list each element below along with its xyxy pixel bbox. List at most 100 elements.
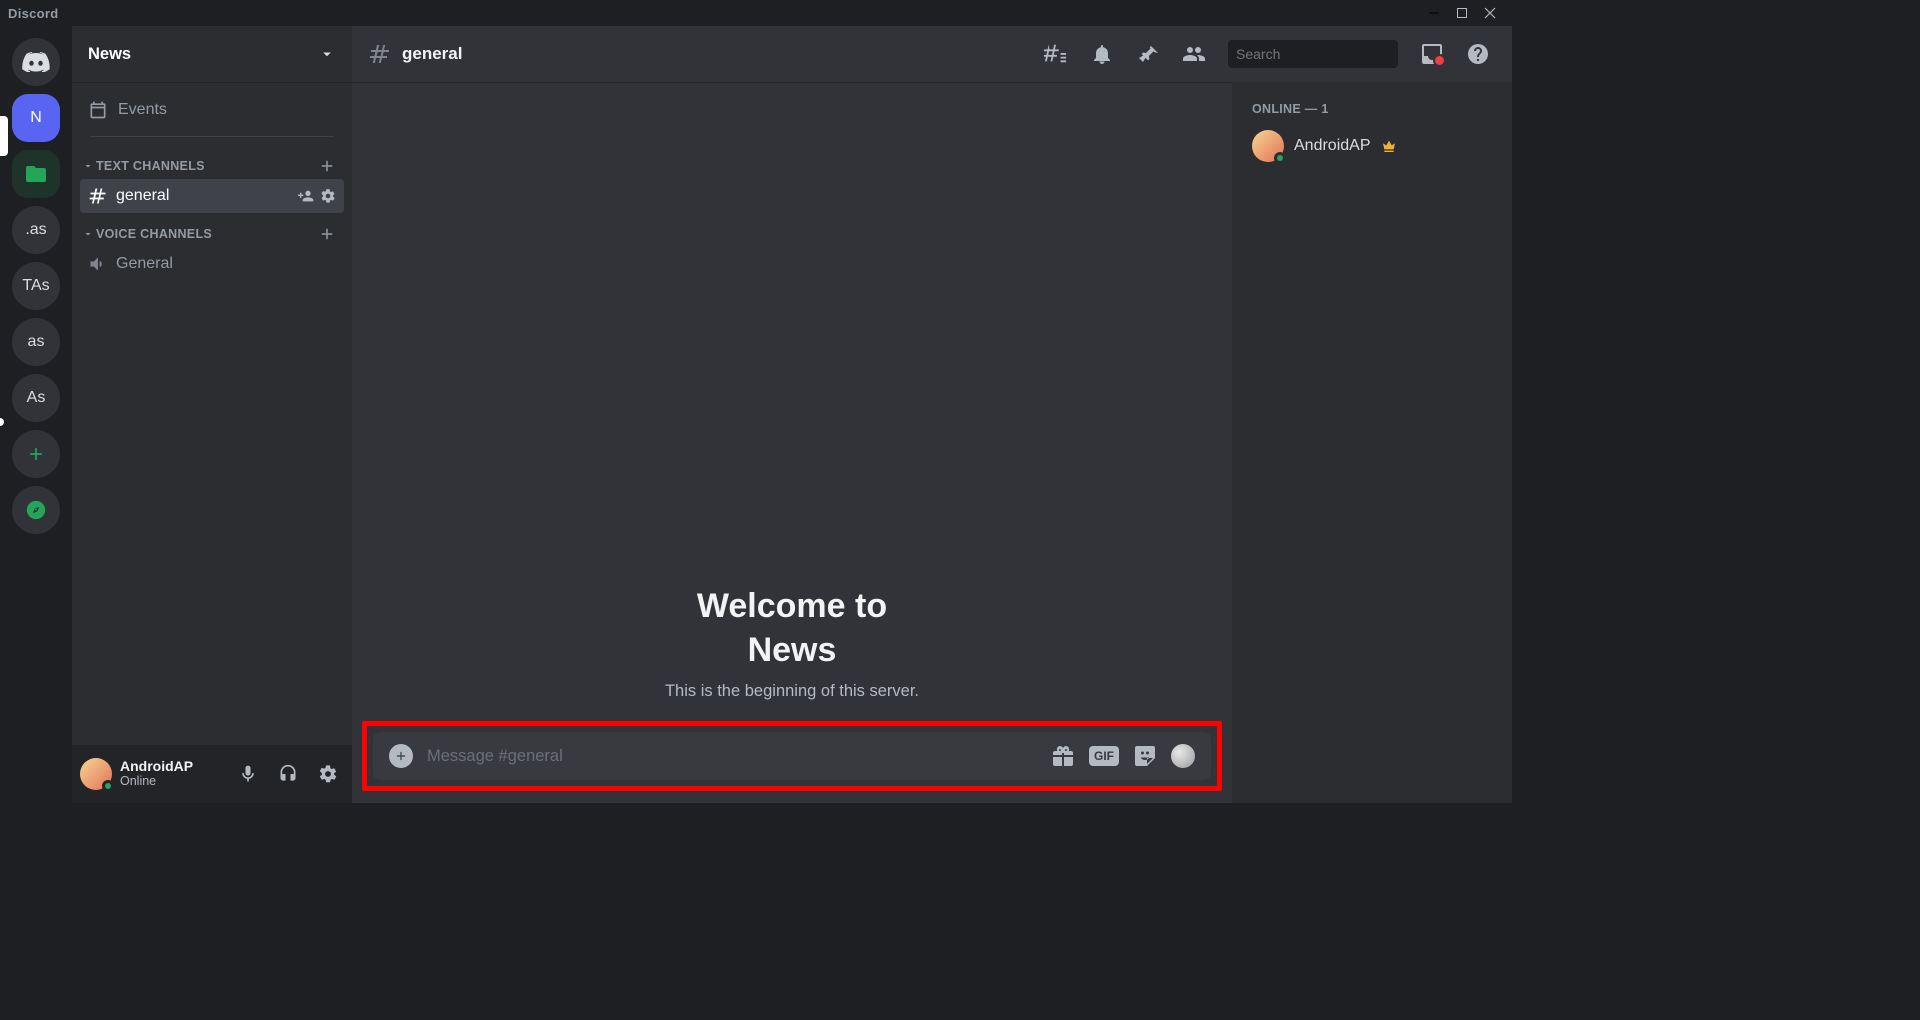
server-list: N .as TAs as As [0,26,72,803]
highlight-annotation: GIF [362,721,1222,791]
channel-title: general [402,44,462,64]
explore-servers-button[interactable] [12,486,60,534]
voice-channel-general[interactable]: General [80,247,344,281]
channel-general[interactable]: general [80,179,344,213]
server-name: News [88,45,131,64]
notifications-button[interactable] [1090,42,1114,66]
home-button[interactable] [12,38,60,86]
window-maximize-button[interactable] [1448,2,1476,24]
divider [90,136,334,137]
search-box[interactable] [1228,40,1398,68]
help-icon [1466,42,1490,66]
create-channel-button[interactable] [318,157,336,175]
inbox-icon [1420,42,1444,66]
user-settings-button[interactable] [312,758,344,790]
status-online-dot [102,780,114,792]
message-composer[interactable]: GIF [373,732,1211,780]
server-header[interactable]: News [72,26,352,82]
user-info[interactable]: AndroidAP Online [120,759,224,788]
events-label: Events [118,101,167,119]
events-button[interactable]: Events [80,90,344,130]
add-server-button[interactable] [12,430,60,478]
server-item[interactable]: TAs [12,262,60,310]
bell-icon [1090,42,1114,66]
sticker-icon [1133,744,1157,768]
message-input[interactable] [427,747,1037,766]
deafen-button[interactable] [272,758,304,790]
server-news[interactable]: N [12,94,60,142]
app-logo-text: Discord [8,6,59,21]
user-avatar[interactable] [80,758,112,790]
message-area: Welcome to News This is the beginning of… [352,82,1232,803]
create-invite-icon[interactable] [298,188,314,204]
attach-button[interactable] [389,744,413,768]
mute-button[interactable] [232,758,264,790]
calendar-icon [88,100,108,120]
gif-button[interactable]: GIF [1089,746,1119,766]
microphone-icon [238,764,258,784]
server-initial: as [28,333,45,351]
chevron-down-icon [82,160,94,172]
members-icon [1182,42,1206,66]
server-owner-crown-icon [1381,138,1397,154]
server-folder[interactable] [12,150,60,198]
gift-icon [1051,744,1075,768]
server-hover-pill [0,418,4,426]
server-item[interactable]: As [12,374,60,422]
server-initial: TAs [22,277,49,295]
member-row[interactable]: AndroidAP [1244,124,1500,168]
selected-server-pill [0,116,8,156]
create-channel-button[interactable] [318,225,336,243]
threads-icon [1044,42,1068,66]
category-text-channels[interactable]: TEXT CHANNELS [80,145,344,179]
member-list: ONLINE — 1 AndroidAP [1232,82,1512,803]
pinned-messages-button[interactable] [1136,42,1160,66]
help-button[interactable] [1466,42,1490,66]
emoji-button[interactable] [1171,744,1195,768]
member-name: AndroidAP [1294,137,1371,155]
member-list-button[interactable] [1182,42,1206,66]
compass-icon [25,499,47,521]
search-input[interactable] [1236,46,1417,62]
titlebar: Discord [0,0,1512,26]
channel-toolbar: general [352,26,1512,82]
server-initial: As [27,389,46,407]
category-voice-channels[interactable]: VOICE CHANNELS [80,213,344,247]
user-name: AndroidAP [120,759,224,774]
voice-channel-name: General [116,255,336,273]
gift-button[interactable] [1051,744,1075,768]
member-avatar [1252,130,1284,162]
user-panel: AndroidAP Online [72,745,352,803]
server-item[interactable]: .as [12,206,60,254]
gear-icon [318,764,338,784]
pin-icon [1136,42,1160,66]
welcome-block: Welcome to News This is the beginning of… [352,82,1232,713]
speaker-icon [88,254,108,274]
hash-icon [88,186,108,206]
category-label: VOICE CHANNELS [96,227,212,241]
server-initial: .as [25,221,46,239]
channel-sidebar: News Events TEXT CHANNELS general [72,26,352,803]
welcome-subtitle: This is the beginning of this server. [665,682,919,701]
threads-button[interactable] [1044,42,1068,66]
members-heading: ONLINE — 1 [1244,102,1500,124]
gear-icon[interactable] [320,188,336,204]
welcome-line2: News [748,631,837,669]
discord-logo-icon [22,52,50,72]
sticker-button[interactable] [1133,744,1157,768]
main-content: general Welcome to News This is the [352,26,1512,803]
category-label: TEXT CHANNELS [96,159,205,173]
folder-icon [24,162,48,186]
plus-icon [26,444,46,464]
chevron-down-icon [318,45,336,63]
headphones-icon [278,764,298,784]
inbox-button[interactable] [1420,42,1444,66]
server-initial: N [30,109,42,127]
hash-icon [368,42,392,66]
server-item[interactable]: as [12,318,60,366]
chevron-down-icon [82,228,94,240]
welcome-title: Welcome to News [697,584,887,672]
window-close-button[interactable] [1476,2,1504,24]
window-minimize-button[interactable] [1420,2,1448,24]
status-online-dot [1274,152,1286,164]
